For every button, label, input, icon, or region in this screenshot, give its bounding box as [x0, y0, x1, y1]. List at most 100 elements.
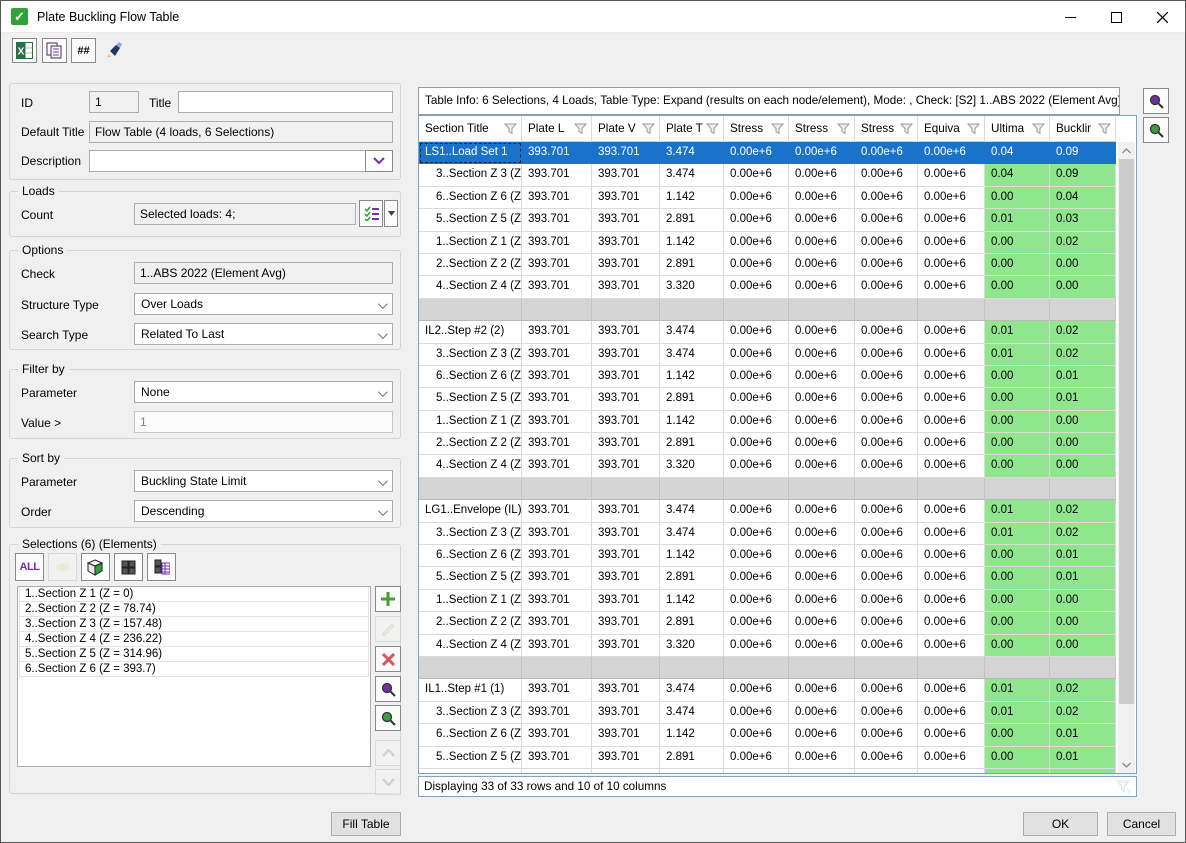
- table-row[interactable]: 3..Section Z 3 (Z393.701393.7013.4740.00…: [419, 344, 1119, 366]
- section-title-cell[interactable]: 6..Section Z 6 (Z: [419, 366, 522, 388]
- value-cell[interactable]: 0.00e+6: [918, 500, 985, 522]
- value-cell[interactable]: 393.701: [522, 321, 592, 343]
- value-cell[interactable]: 393.701: [592, 209, 660, 231]
- ok-button[interactable]: OK: [1023, 812, 1098, 836]
- value-cell[interactable]: 0.01: [985, 523, 1050, 545]
- table-row[interactable]: 5..Section Z 5 (Z393.701393.7012.8910.00…: [419, 567, 1119, 589]
- value-cell[interactable]: 393.701: [592, 523, 660, 545]
- cancel-button[interactable]: Cancel: [1107, 812, 1176, 836]
- value-cell[interactable]: 393.701: [592, 321, 660, 343]
- value-cell[interactable]: 2.891: [660, 567, 724, 589]
- value-cell[interactable]: 0.00: [1050, 612, 1116, 634]
- value-cell[interactable]: 393.701: [592, 142, 660, 164]
- value-cell[interactable]: 0.00e+6: [724, 747, 789, 769]
- value-cell[interactable]: 0.00: [985, 545, 1050, 567]
- value-cell[interactable]: 0.00e+6: [918, 612, 985, 634]
- value-cell[interactable]: 3.474: [660, 142, 724, 164]
- table-row[interactable]: 5..Section Z 5 (Z393.701393.7012.8910.00…: [419, 209, 1119, 231]
- value-cell[interactable]: 0.00e+6: [918, 545, 985, 567]
- value-cell[interactable]: 0.00e+6: [918, 254, 985, 276]
- column-header[interactable]: Plate T: [660, 116, 724, 142]
- value-cell[interactable]: 0.00e+6: [724, 679, 789, 701]
- value-cell[interactable]: 0.00: [985, 724, 1050, 746]
- value-cell[interactable]: 393.701: [592, 366, 660, 388]
- value-cell[interactable]: 0.00e+6: [724, 433, 789, 455]
- value-cell[interactable]: 0.00: [985, 567, 1050, 589]
- value-cell[interactable]: 393.701: [522, 679, 592, 701]
- selection-list-item[interactable]: 1..Section Z 1 (Z = 0): [19, 586, 369, 602]
- scroll-down-button[interactable]: [1118, 756, 1135, 773]
- clear-filter-icon[interactable]: x: [1115, 779, 1132, 795]
- value-cell[interactable]: 0.00e+6: [918, 590, 985, 612]
- value-cell[interactable]: 393.701: [592, 187, 660, 209]
- value-cell[interactable]: 0.00e+6: [789, 724, 855, 746]
- section-title-cell[interactable]: 4..Section Z 4 (Z: [419, 635, 522, 657]
- table-row[interactable]: 6..Section Z 6 (Z393.701393.7011.1420.00…: [419, 724, 1119, 746]
- value-cell[interactable]: 0.00e+6: [789, 411, 855, 433]
- section-title-cell[interactable]: 2..Section Z 2 (Z: [419, 254, 522, 276]
- value-cell[interactable]: 0.02: [1050, 679, 1116, 701]
- value-cell[interactable]: 1.142: [660, 724, 724, 746]
- selection-list-item[interactable]: 2..Section Z 2 (Z = 78.74): [19, 601, 369, 617]
- value-cell[interactable]: 0.00e+6: [724, 769, 789, 773]
- section-title-cell[interactable]: 5..Section Z 5 (Z: [419, 747, 522, 769]
- value-cell[interactable]: 0.00e+6: [789, 500, 855, 522]
- value-cell[interactable]: 0.00e+6: [789, 545, 855, 567]
- structure-type-select[interactable]: Over Loads: [134, 293, 393, 315]
- value-cell[interactable]: 0.00e+6: [855, 433, 918, 455]
- value-cell[interactable]: 0.00: [1050, 590, 1116, 612]
- table-row[interactable]: 4..Section Z 4 (Z393.701393.7013.3200.00…: [419, 455, 1119, 477]
- loads-dropdown-button[interactable]: [384, 200, 398, 227]
- value-cell[interactable]: 3.474: [660, 164, 724, 186]
- value-cell[interactable]: 0.00e+6: [855, 500, 918, 522]
- value-cell[interactable]: 0.01: [1050, 545, 1116, 567]
- value-cell[interactable]: 0.00e+6: [789, 321, 855, 343]
- value-cell[interactable]: 0.00e+6: [918, 523, 985, 545]
- value-cell[interactable]: 0.01: [985, 702, 1050, 724]
- table-row[interactable]: IL1..Step #1 (1)393.701393.7013.4740.00e…: [419, 679, 1119, 701]
- value-cell[interactable]: 393.701: [522, 366, 592, 388]
- value-cell[interactable]: 393.701: [592, 679, 660, 701]
- value-cell[interactable]: 0.00e+6: [918, 679, 985, 701]
- table-row[interactable]: 6..Section Z 6 (Z393.701393.7011.1420.00…: [419, 545, 1119, 567]
- value-cell[interactable]: 0.00e+6: [855, 769, 918, 773]
- value-cell[interactable]: 0.00: [985, 747, 1050, 769]
- inspect-selection-button[interactable]: [375, 676, 401, 702]
- section-title-cell[interactable]: 5..Section Z 5 (Z: [419, 567, 522, 589]
- value-cell[interactable]: 0.00e+6: [789, 142, 855, 164]
- value-cell[interactable]: 0.00e+6: [855, 635, 918, 657]
- section-title-cell[interactable]: LG1..Envelope (IL): [419, 500, 522, 522]
- value-cell[interactable]: 393.701: [522, 388, 592, 410]
- selection-list-item[interactable]: 6..Section Z 6 (Z = 393.7): [19, 661, 369, 677]
- section-title-cell[interactable]: 3..Section Z 3 (Z: [419, 344, 522, 366]
- table-row[interactable]: 1..Section Z 1 (Z393.701393.7011.1420.00…: [419, 590, 1119, 612]
- value-cell[interactable]: 1.142: [660, 187, 724, 209]
- value-cell[interactable]: 0.00e+6: [724, 187, 789, 209]
- column-header[interactable]: Section Title: [419, 116, 522, 142]
- view-3d-button[interactable]: [81, 553, 110, 581]
- value-cell[interactable]: 0.00e+6: [789, 164, 855, 186]
- value-cell[interactable]: 0.00e+6: [789, 679, 855, 701]
- value-cell[interactable]: 0.00: [1050, 769, 1116, 773]
- value-cell[interactable]: 393.701: [522, 567, 592, 589]
- value-cell[interactable]: 0.01: [1050, 747, 1116, 769]
- value-cell[interactable]: 393.701: [592, 344, 660, 366]
- value-cell[interactable]: 0.00e+6: [918, 366, 985, 388]
- table-row[interactable]: IL2..Step #2 (2)393.701393.7013.4740.00e…: [419, 321, 1119, 343]
- value-cell[interactable]: 0.00e+6: [789, 366, 855, 388]
- value-cell[interactable]: 0.00e+6: [855, 455, 918, 477]
- value-cell[interactable]: 0.00e+6: [855, 254, 918, 276]
- table-row[interactable]: 1..Section Z 1 (Z393.701393.7011.1420.00…: [419, 232, 1119, 254]
- section-title-cell[interactable]: 3..Section Z 3 (Z: [419, 164, 522, 186]
- value-cell[interactable]: 393.701: [522, 523, 592, 545]
- table-row[interactable]: 4..Section Z 4 (Z393.701393.7013.3200.00…: [419, 635, 1119, 657]
- value-cell[interactable]: 0.00e+6: [855, 679, 918, 701]
- grid-table-button[interactable]: [147, 553, 176, 581]
- value-cell[interactable]: 0.00e+6: [724, 523, 789, 545]
- value-cell[interactable]: 0.00e+6: [724, 344, 789, 366]
- value-cell[interactable]: 0.00e+6: [789, 769, 855, 773]
- value-cell[interactable]: 0.00e+6: [724, 142, 789, 164]
- filter-parameter-select[interactable]: None: [134, 381, 393, 403]
- value-cell[interactable]: 393.701: [592, 747, 660, 769]
- value-cell[interactable]: 0.00e+6: [855, 344, 918, 366]
